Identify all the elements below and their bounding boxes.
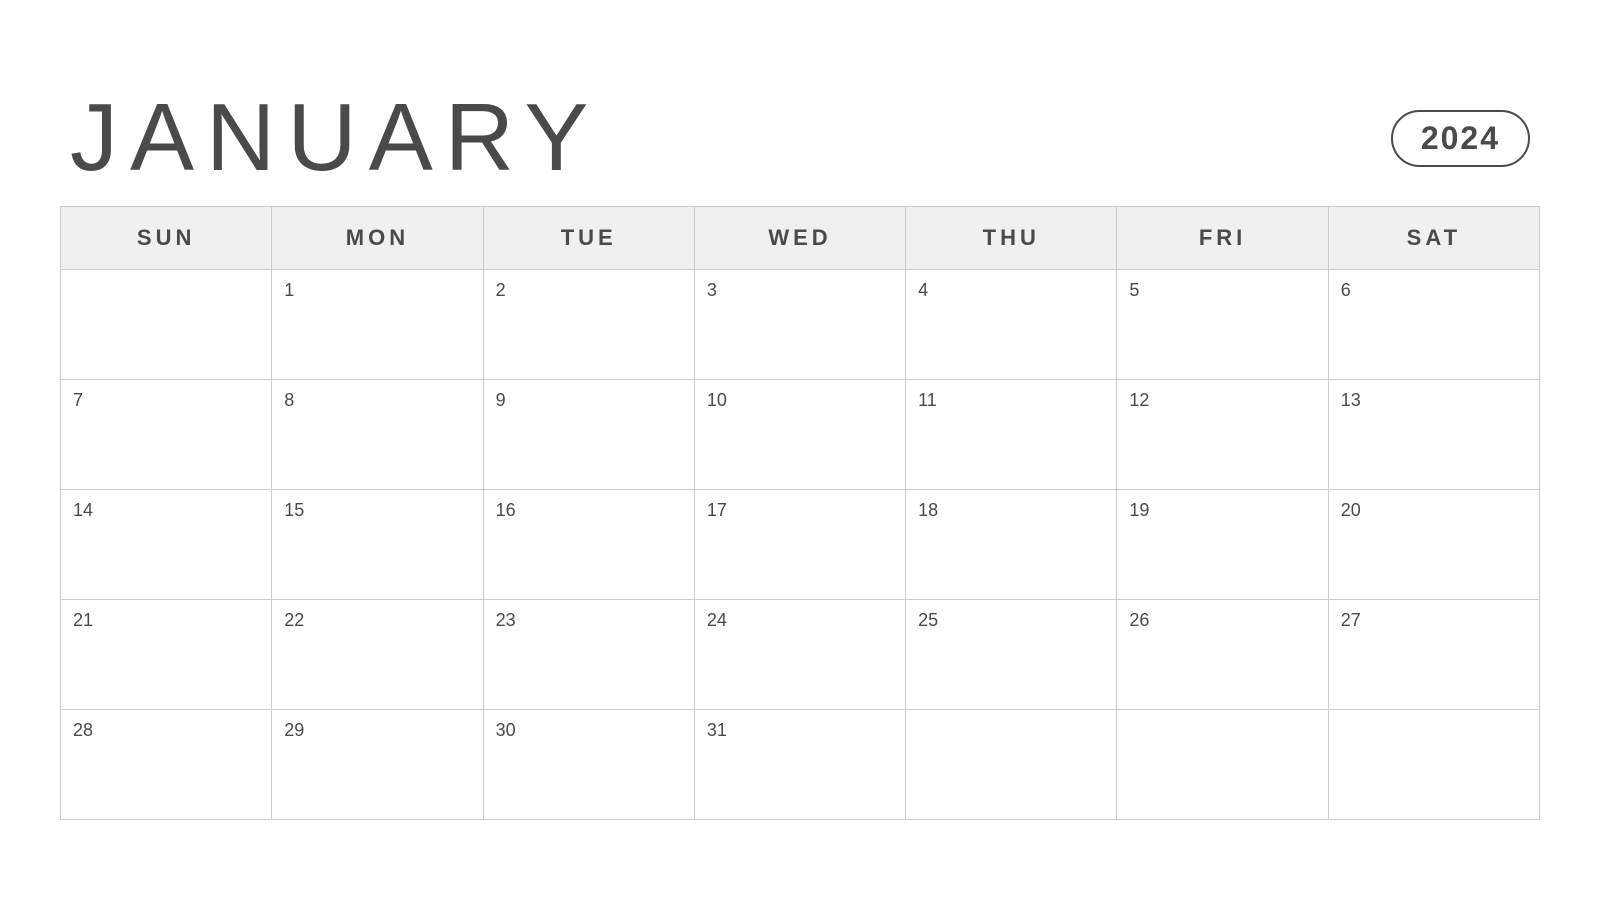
calendar-cell[interactable]: 11 [906, 380, 1117, 490]
day-number: 20 [1341, 500, 1361, 520]
day-number: 2 [496, 280, 506, 300]
header-sat: SAT [1328, 207, 1539, 270]
calendar-cell[interactable]: 4 [906, 270, 1117, 380]
calendar-cell[interactable]: 25 [906, 600, 1117, 710]
day-number: 7 [73, 390, 83, 410]
calendar-cell[interactable]: 24 [694, 600, 905, 710]
week-row-3: 14 15 16 17 18 19 20 [61, 490, 1540, 600]
day-number: 19 [1129, 500, 1149, 520]
week-row-2: 7 8 9 10 11 12 13 [61, 380, 1540, 490]
calendar-cell[interactable]: 12 [1117, 380, 1328, 490]
calendar-cell[interactable]: 20 [1328, 490, 1539, 600]
day-number: 3 [707, 280, 717, 300]
day-number: 23 [496, 610, 516, 630]
day-number: 26 [1129, 610, 1149, 630]
day-number: 31 [707, 720, 727, 740]
day-number: 17 [707, 500, 727, 520]
calendar-cell[interactable]: 7 [61, 380, 272, 490]
day-number: 12 [1129, 390, 1149, 410]
day-number: 29 [284, 720, 304, 740]
year-badge: 2024 [1391, 110, 1530, 167]
calendar-body: 1234567891011121314151617181920212223242… [61, 270, 1540, 820]
header-sun: SUN [61, 207, 272, 270]
calendar-cell[interactable]: 8 [272, 380, 483, 490]
calendar-cell[interactable]: 10 [694, 380, 905, 490]
calendar-cell[interactable] [61, 270, 272, 380]
calendar-cell[interactable]: 18 [906, 490, 1117, 600]
calendar-cell[interactable]: 3 [694, 270, 905, 380]
day-number: 13 [1341, 390, 1361, 410]
day-number: 4 [918, 280, 928, 300]
calendar-cell[interactable]: 5 [1117, 270, 1328, 380]
calendar-cell[interactable] [1117, 710, 1328, 820]
day-number: 11 [918, 390, 937, 410]
calendar-cell[interactable]: 13 [1328, 380, 1539, 490]
calendar-cell[interactable] [1328, 710, 1539, 820]
calendar-container: JANUARY 2024 SUN MON TUE WED THU FRI SAT… [60, 50, 1540, 850]
calendar-cell[interactable]: 16 [483, 490, 694, 600]
day-number: 1 [284, 280, 294, 300]
day-number: 15 [284, 500, 304, 520]
header-fri: FRI [1117, 207, 1328, 270]
week-row-5: 28 29 30 31 [61, 710, 1540, 820]
calendar-grid: SUN MON TUE WED THU FRI SAT 123456789101… [60, 206, 1540, 820]
calendar-cell[interactable]: 29 [272, 710, 483, 820]
day-number: 30 [496, 720, 516, 740]
calendar-cell[interactable]: 2 [483, 270, 694, 380]
calendar-cell[interactable]: 28 [61, 710, 272, 820]
calendar-cell[interactable]: 26 [1117, 600, 1328, 710]
day-number: 27 [1341, 610, 1361, 630]
day-number: 14 [73, 500, 93, 520]
day-number: 18 [918, 500, 938, 520]
calendar-cell[interactable]: 6 [1328, 270, 1539, 380]
calendar-cell[interactable] [906, 710, 1117, 820]
calendar-cell[interactable]: 17 [694, 490, 905, 600]
calendar-cell[interactable]: 30 [483, 710, 694, 820]
calendar-cell[interactable]: 1 [272, 270, 483, 380]
week-row-4: 21 22 23 24 25 26 27 [61, 600, 1540, 710]
week-row-1: 1 2 3 4 5 6 [61, 270, 1540, 380]
day-number: 5 [1129, 280, 1139, 300]
day-number: 25 [918, 610, 938, 630]
header-wed: WED [694, 207, 905, 270]
calendar-cell[interactable]: 9 [483, 380, 694, 490]
day-number: 8 [284, 390, 294, 410]
calendar-cell[interactable]: 19 [1117, 490, 1328, 600]
header-mon: MON [272, 207, 483, 270]
day-number: 28 [73, 720, 93, 740]
days-of-week-row: SUN MON TUE WED THU FRI SAT [61, 207, 1540, 270]
calendar-cell[interactable]: 22 [272, 600, 483, 710]
day-number: 6 [1341, 280, 1351, 300]
calendar-cell[interactable]: 15 [272, 490, 483, 600]
calendar-cell[interactable]: 21 [61, 600, 272, 710]
day-number: 22 [284, 610, 304, 630]
calendar-cell[interactable]: 14 [61, 490, 272, 600]
header-tue: TUE [483, 207, 694, 270]
header-thu: THU [906, 207, 1117, 270]
calendar-header: JANUARY 2024 [60, 90, 1540, 186]
day-number: 24 [707, 610, 727, 630]
day-number: 9 [496, 390, 506, 410]
calendar-cell[interactable]: 27 [1328, 600, 1539, 710]
day-number: 16 [496, 500, 516, 520]
calendar-cell[interactable]: 31 [694, 710, 905, 820]
calendar-cell[interactable]: 23 [483, 600, 694, 710]
day-number: 21 [73, 610, 93, 630]
day-number: 10 [707, 390, 727, 410]
month-title: JANUARY [70, 90, 600, 186]
